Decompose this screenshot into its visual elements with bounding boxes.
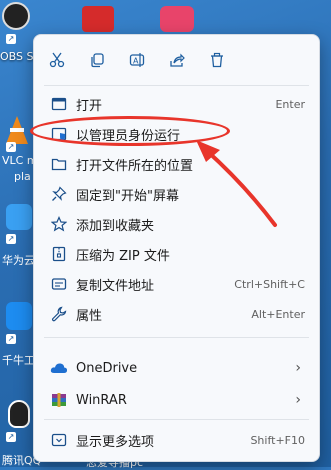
menu-item-add-favorites[interactable]: 添加到收藏夹 bbox=[38, 209, 315, 239]
shortcut-arrow-icon: ↗ bbox=[6, 234, 16, 244]
copy-button[interactable] bbox=[86, 49, 108, 71]
menu-item-more-options[interactable]: 显示更多选项 Shift+F10 bbox=[38, 425, 315, 455]
admin-shield-icon bbox=[50, 125, 68, 143]
menu-item-label: 以管理员身份运行 bbox=[76, 128, 181, 144]
qianniu-icon bbox=[6, 302, 32, 330]
menu-item-onedrive[interactable]: OneDrive › bbox=[38, 353, 315, 383]
shortcut-arrow-icon: ↗ bbox=[6, 432, 16, 442]
desktop-icon-label: 千牛工 bbox=[2, 354, 35, 367]
context-menu-toolbar: A bbox=[34, 35, 319, 85]
menu-item-properties[interactable]: 属性 Alt+Enter bbox=[38, 299, 315, 329]
menu-item-label: 添加到收藏夹 bbox=[76, 218, 155, 234]
share-button[interactable] bbox=[166, 49, 188, 71]
desktop-icon-label: OBS S bbox=[0, 50, 34, 63]
menu-item-label: 压缩为 ZIP 文件 bbox=[76, 248, 170, 264]
more-options-icon bbox=[50, 431, 68, 449]
svg-text:A: A bbox=[133, 57, 139, 66]
menu-item-label: 打开 bbox=[76, 98, 103, 114]
menu-item-open[interactable]: 打开 Enter bbox=[38, 89, 315, 119]
desktop-icon-qq[interactable]: ↗ 腾讯QQ bbox=[0, 392, 41, 467]
shortcut-arrow-icon: ↗ bbox=[6, 334, 16, 344]
trash-icon bbox=[211, 52, 223, 68]
qq-penguin-icon bbox=[8, 400, 30, 428]
menu-item-shortcut: Ctrl+Shift+C bbox=[234, 277, 305, 291]
rename-button[interactable]: A bbox=[126, 49, 148, 71]
menu-item-label: 打开文件所在的位置 bbox=[76, 158, 194, 174]
wps-icon[interactable] bbox=[82, 6, 114, 32]
menu-item-label: OneDrive bbox=[76, 360, 138, 376]
menu-item-copy-path[interactable]: 复制文件地址 Ctrl+Shift+C bbox=[38, 269, 315, 299]
menu-item-open-location[interactable]: 打开文件所在的位置 bbox=[38, 149, 315, 179]
menu-item-label: WinRAR bbox=[76, 392, 127, 408]
chevron-right-icon: › bbox=[295, 360, 301, 376]
rename-icon: A bbox=[129, 53, 145, 67]
desktop-icon-obs[interactable]: ↗ OBS S bbox=[0, 0, 34, 64]
desktop-icon-vlc[interactable]: ↗ VLC m pla bbox=[0, 110, 38, 190]
star-icon bbox=[50, 215, 68, 233]
copy-path-icon bbox=[50, 275, 68, 293]
huawei-cloud-icon bbox=[6, 204, 32, 230]
shortcut-arrow-icon: ↗ bbox=[6, 34, 16, 44]
chevron-right-icon: › bbox=[295, 392, 301, 408]
menu-item-shortcut: Enter bbox=[275, 97, 305, 111]
onedrive-cloud-icon bbox=[50, 359, 68, 377]
separator bbox=[44, 337, 309, 338]
menu-item-label: 固定到"开始"屏幕 bbox=[76, 188, 179, 204]
context-menu: A 打开 Enter 以管理员身份运行 打开文件所在的位置 固定到"开始"屏幕 … bbox=[33, 34, 320, 462]
menu-item-winrar[interactable]: WinRAR › bbox=[38, 385, 315, 415]
desktop-icon-huawei-cloud[interactable]: ↗ 华为云 bbox=[0, 200, 35, 270]
folder-icon bbox=[50, 155, 68, 173]
winrar-icon bbox=[50, 391, 68, 409]
cut-button[interactable] bbox=[46, 49, 68, 71]
delete-button[interactable] bbox=[206, 49, 228, 71]
menu-item-label: 显示更多选项 bbox=[76, 434, 155, 450]
menu-item-label: 复制文件地址 bbox=[76, 278, 155, 294]
menu-item-pin-start[interactable]: 固定到"开始"屏幕 bbox=[38, 179, 315, 209]
copy-icon bbox=[91, 53, 104, 68]
menu-item-compress-zip[interactable]: 压缩为 ZIP 文件 bbox=[38, 239, 315, 269]
share-icon bbox=[170, 53, 185, 67]
desktop-icon-qianniu[interactable]: ↗ 千牛工 bbox=[0, 298, 35, 372]
pin-icon bbox=[50, 185, 68, 203]
wrench-icon bbox=[50, 305, 68, 323]
shortcut-arrow-icon: ↗ bbox=[6, 142, 16, 152]
desktop-icon-label: 华为云 bbox=[2, 254, 35, 267]
app-icon[interactable] bbox=[160, 6, 194, 32]
separator bbox=[44, 85, 309, 86]
window-icon bbox=[50, 95, 68, 113]
menu-item-shortcut: Alt+Enter bbox=[251, 307, 305, 321]
desktop-icon-label: pla bbox=[14, 170, 31, 183]
zip-archive-icon bbox=[50, 245, 68, 263]
separator bbox=[44, 419, 309, 420]
scissors-icon bbox=[49, 52, 65, 68]
menu-item-run-as-admin[interactable]: 以管理员身份运行 bbox=[38, 119, 315, 149]
menu-item-shortcut: Shift+F10 bbox=[250, 433, 305, 447]
menu-item-label: 属性 bbox=[76, 308, 103, 324]
obs-icon bbox=[2, 2, 30, 30]
